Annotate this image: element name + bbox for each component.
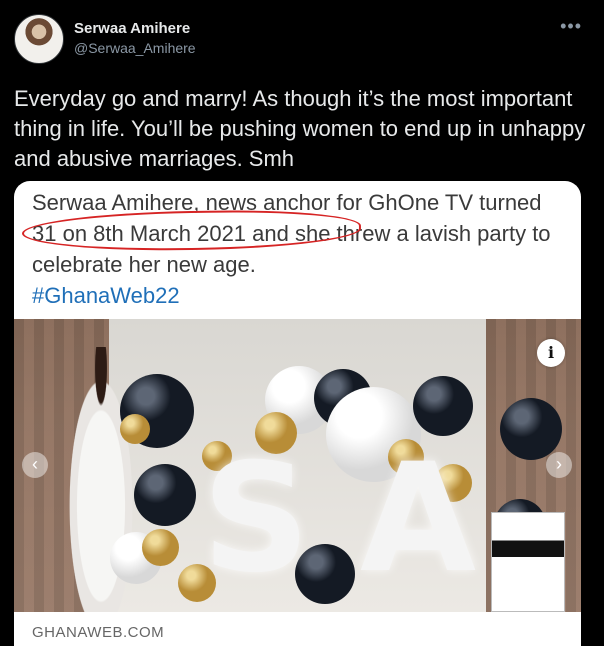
author-handle[interactable]: @Serwaa_Amihere — [74, 40, 196, 56]
author-name[interactable]: Serwaa Amihere — [74, 20, 190, 37]
hashtag-link[interactable]: #GhanaWeb22 — [32, 283, 180, 308]
balloon-5 — [413, 376, 473, 436]
source-domain: GHANAWEB.COM — [32, 624, 165, 641]
party-photo: S A i ‹ › — [14, 319, 581, 612]
balloon-14 — [142, 529, 179, 566]
cake — [491, 512, 565, 612]
letter-s: S — [202, 432, 311, 606]
chevron-left-icon[interactable]: ‹ — [22, 452, 48, 478]
chevron-right-icon[interactable]: › — [546, 452, 572, 478]
more-horizontal-icon[interactable]: ••• — [560, 16, 582, 37]
letter-a: A — [360, 432, 477, 606]
info-icon[interactable]: i — [537, 339, 565, 367]
tweet-text: Everyday go and marry! As though it’s th… — [14, 86, 586, 171]
balloon-6 — [500, 398, 562, 460]
avatar[interactable] — [14, 14, 64, 64]
balloon-12 — [134, 464, 196, 526]
tweet: Serwaa Amihere @Serwaa_Amihere ••• Every… — [0, 0, 604, 646]
balloon-7 — [120, 414, 150, 444]
media-card[interactable]: Serwaa Amihere, news anchor for GhOne TV… — [14, 181, 581, 646]
